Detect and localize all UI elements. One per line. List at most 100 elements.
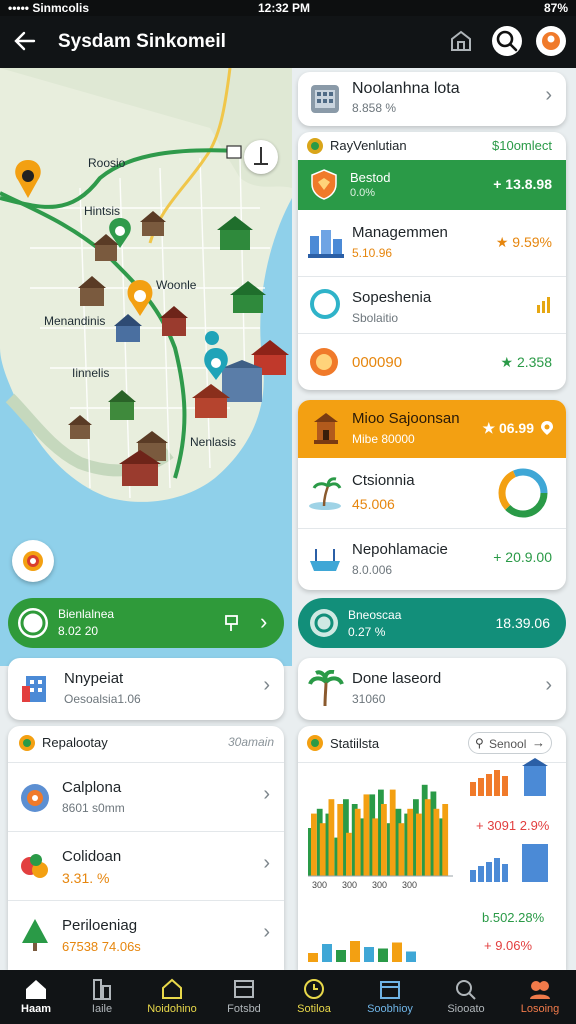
stats-bar xyxy=(363,794,370,876)
stats-search-label: Senool xyxy=(489,737,527,751)
left-top-item-title: Nnypeiat xyxy=(64,670,124,687)
map-label-4: Menandinis xyxy=(44,314,106,328)
flag-icon xyxy=(225,615,238,631)
search-icon xyxy=(456,980,476,1000)
globe-icon xyxy=(310,609,338,637)
highlight-row-subtitle: 0.0% xyxy=(350,187,376,199)
location-pin-icon xyxy=(23,551,43,571)
highlight-card-header[interactable]: Mioo Sajoonsan Mibe 80000 ★ 06.99 xyxy=(298,400,566,458)
feature-card-highlight-row[interactable]: Bestod 0.0% + 13.8.98 xyxy=(298,160,566,210)
search-icon: ⚲ xyxy=(475,736,484,750)
map-view[interactable]: Roosio Hintsis Woonle Menandinis Iinneli… xyxy=(0,68,292,666)
feature-row-1[interactable]: Managemmen 5.10.96 ★ 9.59% xyxy=(298,210,566,276)
map-label-6: Nenlasis xyxy=(190,435,237,449)
stats-card: Statiilsta ⚲ Senool → + 3091 2.9% b.502.… xyxy=(298,726,566,970)
stats-value-3: + 9.06% xyxy=(484,938,533,953)
nav-item-8[interactable]: Losoing xyxy=(504,970,576,1024)
highlight-row-1[interactable]: Ctsionnia 45.006 xyxy=(298,458,566,528)
left-top-item[interactable]: Nnypeiat Oesoalsia1.06 › xyxy=(8,658,284,720)
pin-icon xyxy=(541,421,553,435)
stats-bar xyxy=(354,808,361,876)
nav-item-home[interactable]: Haam xyxy=(0,970,72,1024)
nav-item-2[interactable]: Iaile xyxy=(66,970,138,1024)
users-icon xyxy=(530,981,550,999)
highlight-row-value: + 13.8.98 xyxy=(493,176,552,192)
right-status-pill[interactable]: Bneoscaa 0.27 % 18.39.06 xyxy=(298,598,566,648)
map-label-1: Roosio xyxy=(88,156,126,170)
highlight-row-2[interactable]: Nepohlamacie 8.0.006 + 20.9.00 xyxy=(298,529,566,589)
signal-bars-icon xyxy=(537,297,550,313)
feature-row-3[interactable]: 000090 ★ 2.358 xyxy=(298,334,566,390)
coin-icon xyxy=(310,348,338,376)
feature-row-1-title: Managemmen xyxy=(352,224,448,241)
stats-mini-bar xyxy=(378,948,388,962)
city-icon xyxy=(308,230,344,258)
palm-tree-icon xyxy=(308,670,344,707)
left-item-3-title: Periloeniag xyxy=(62,917,138,934)
stats-bar xyxy=(416,813,422,876)
tree-icon xyxy=(22,919,48,951)
stats-bar xyxy=(381,804,387,876)
feature-row-2[interactable]: Sopeshenia Sbolaitio xyxy=(298,277,566,333)
left-section-value: 30amain xyxy=(227,735,274,749)
stats-axis-label-2: 300 xyxy=(342,880,358,890)
nav-item-4[interactable]: Fotsbd xyxy=(208,970,280,1024)
clock-label: 12:32 PM xyxy=(258,1,311,15)
chevron-right-icon: › xyxy=(545,84,552,106)
left-list-item-3[interactable]: Periloeniag 67538 74.06s › xyxy=(8,901,284,969)
hotel-icon xyxy=(22,676,46,702)
progress-ring-icon xyxy=(18,608,48,638)
highlight-card-title: Mioo Sajoonsan xyxy=(352,410,460,427)
pool-icon xyxy=(310,549,340,571)
page-title: Sysdam Sinkomeil xyxy=(58,31,226,52)
left-status-pill[interactable]: Bienlalnea 8.02 20 › xyxy=(8,598,284,648)
stats-bar xyxy=(389,789,396,876)
profile-icon[interactable] xyxy=(536,26,566,56)
ring-icon xyxy=(310,289,340,319)
highlight-row-title: Bestod xyxy=(350,170,391,185)
left-item-1-subtitle: 8601 s0mm xyxy=(62,801,125,815)
back-arrow-icon[interactable] xyxy=(12,28,38,54)
right-top-item[interactable]: Done laseord 31060 › xyxy=(298,658,566,720)
status-bar: ••••• Sinmcolis 12:32 PM 87% xyxy=(0,0,576,16)
stats-bar xyxy=(328,799,335,876)
nav-label: Haam xyxy=(21,1003,51,1015)
left-list-item-1[interactable]: Calplona 8601 s0mm › xyxy=(8,763,284,831)
highlight-row-1-subtitle: 45.006 xyxy=(352,496,395,512)
feature-row-1-value: ★ 9.59% xyxy=(495,234,552,250)
nav-label: Siooato xyxy=(447,1003,485,1015)
stats-mini-bar xyxy=(392,942,402,962)
highlight-row-2-title: Nepohlamacie xyxy=(352,541,448,558)
home-icon xyxy=(26,980,46,999)
badge-icon xyxy=(19,735,35,751)
nav-item-7[interactable]: Siooato xyxy=(430,970,502,1024)
search-icon[interactable] xyxy=(492,26,522,56)
highlight-card-value: ★ 06.99 xyxy=(482,420,534,436)
palm-tree-icon xyxy=(309,477,342,510)
nav-item-5[interactable]: Sotiloa xyxy=(278,970,350,1024)
stats-search-box[interactable]: ⚲ Senool → xyxy=(468,732,552,754)
nav-item-6[interactable]: Soobhioy xyxy=(354,970,426,1024)
left-list-item-2[interactable]: Colidoan 3.31. % › xyxy=(8,832,284,900)
feature-card-header-title: RayVenlutian xyxy=(330,138,407,153)
feature-row-3-title: 000090 xyxy=(352,354,403,371)
nav-item-3[interactable]: Noidohino xyxy=(136,970,208,1024)
chevron-right-icon: › xyxy=(263,852,270,874)
stats-mini-bar xyxy=(406,951,416,962)
map-label-5: Iinnelis xyxy=(72,366,110,380)
map-location-button[interactable] xyxy=(12,540,54,582)
arrow-right-icon: › xyxy=(260,609,268,634)
fruit-icon xyxy=(21,854,48,878)
top-info-card[interactable]: Noolanhna lota 8.858 % › xyxy=(298,72,566,126)
right-top-item-subtitle: 31060 xyxy=(352,692,386,706)
home-building-icon[interactable] xyxy=(446,26,476,56)
map-rotate-button[interactable] xyxy=(244,140,278,174)
feature-row-1-subtitle: 5.10.96 xyxy=(352,246,393,260)
building-icon xyxy=(93,979,111,1000)
clock-icon xyxy=(304,979,324,999)
feature-row-3-value: ★ 2.358 xyxy=(500,354,552,370)
feature-card-header-value: $10omlect xyxy=(492,138,552,153)
stats-bar xyxy=(372,818,379,876)
carrier-label: ••••• Sinmcolis xyxy=(8,1,90,15)
stats-header: Statiilsta ⚲ Senool → xyxy=(298,726,566,760)
